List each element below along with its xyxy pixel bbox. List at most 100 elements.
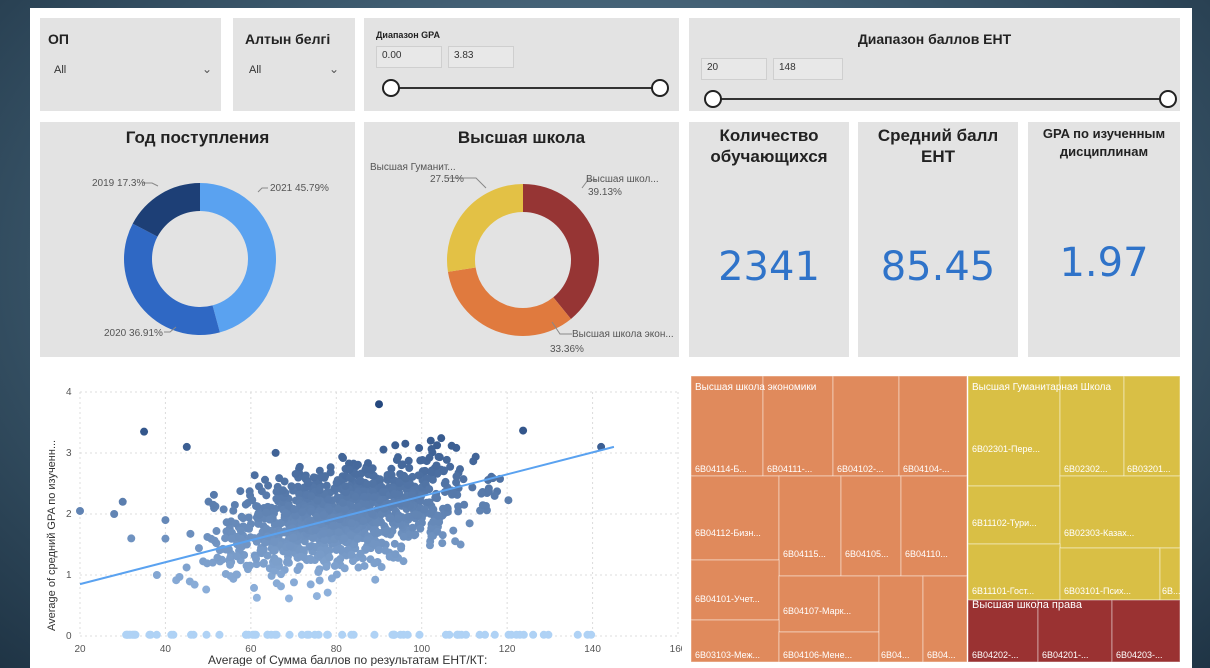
scatter-point[interactable] bbox=[284, 594, 293, 603]
scatter-point[interactable] bbox=[221, 569, 230, 578]
scatter-point[interactable] bbox=[213, 553, 222, 562]
scatter-point[interactable] bbox=[283, 556, 292, 565]
scatter-point[interactable] bbox=[356, 549, 365, 558]
scatter-point[interactable] bbox=[449, 526, 458, 535]
scatter-point[interactable] bbox=[227, 534, 236, 543]
scatter-point[interactable] bbox=[391, 441, 400, 450]
scatter-point[interactable] bbox=[298, 508, 307, 517]
scatter-point[interactable] bbox=[262, 508, 271, 517]
gpa-min-input[interactable]: 0.00 bbox=[376, 46, 442, 68]
op-slicer[interactable]: ОП All ⌄ bbox=[40, 18, 221, 111]
scatter-point[interactable] bbox=[432, 461, 441, 470]
scatter-point[interactable] bbox=[271, 448, 280, 457]
scatter-point[interactable] bbox=[443, 503, 452, 512]
scatter-point[interactable] bbox=[544, 630, 553, 639]
scatter-point[interactable] bbox=[370, 493, 379, 502]
scatter-point[interactable] bbox=[272, 487, 281, 496]
scatter-point[interactable] bbox=[374, 528, 383, 537]
scatter-point[interactable] bbox=[161, 516, 170, 525]
scatter-point[interactable] bbox=[182, 442, 191, 451]
ent-min-input[interactable]: 20 bbox=[701, 58, 767, 80]
scatter-point[interactable] bbox=[306, 580, 315, 589]
scatter-point[interactable] bbox=[375, 400, 383, 409]
ent-slider-track[interactable] bbox=[713, 98, 1168, 100]
gpa-max-handle[interactable] bbox=[651, 79, 669, 97]
treemap-leaf[interactable] bbox=[967, 485, 1061, 545]
slice-humanities[interactable] bbox=[447, 184, 523, 272]
scatter-point[interactable] bbox=[127, 534, 136, 543]
scatter-point[interactable] bbox=[401, 439, 410, 448]
scatter-point[interactable] bbox=[253, 502, 262, 511]
scatter-point[interactable] bbox=[395, 478, 404, 487]
scatter-point[interactable] bbox=[291, 469, 300, 478]
scatter-point[interactable] bbox=[349, 630, 358, 639]
scatter-point[interactable] bbox=[442, 455, 451, 464]
scatter-point[interactable] bbox=[332, 545, 341, 554]
scatter-point[interactable] bbox=[401, 474, 410, 483]
scatter-point[interactable] bbox=[226, 560, 235, 569]
scatter-point[interactable] bbox=[471, 452, 480, 461]
scatter-point[interactable] bbox=[408, 523, 417, 532]
scatter-point[interactable] bbox=[175, 572, 184, 581]
treemap-leaf[interactable] bbox=[691, 475, 780, 561]
scatter-point[interactable] bbox=[387, 470, 396, 479]
scatter-point[interactable] bbox=[252, 554, 261, 563]
scatter-point[interactable] bbox=[359, 516, 368, 525]
scatter-point[interactable] bbox=[434, 452, 443, 461]
scatter-point[interactable] bbox=[279, 486, 288, 495]
scatter-point[interactable] bbox=[210, 536, 219, 545]
scatter-point[interactable] bbox=[317, 473, 326, 482]
scatter-point[interactable] bbox=[194, 544, 203, 553]
scatter-point[interactable] bbox=[316, 550, 325, 559]
scatter-point[interactable] bbox=[281, 509, 290, 518]
scatter-point[interactable] bbox=[427, 532, 436, 541]
scatter-point[interactable] bbox=[202, 585, 211, 594]
scatter-point[interactable] bbox=[252, 593, 261, 602]
scatter-point[interactable] bbox=[236, 487, 245, 496]
scatter-point[interactable] bbox=[504, 630, 513, 639]
scatter-point[interactable] bbox=[251, 630, 260, 639]
scatter-point[interactable] bbox=[332, 478, 341, 487]
scatter-point[interactable] bbox=[347, 519, 356, 528]
scatter-point[interactable] bbox=[303, 630, 312, 639]
scatter-point[interactable] bbox=[368, 509, 377, 518]
scatter-point[interactable] bbox=[289, 578, 298, 587]
scatter-point[interactable] bbox=[264, 481, 273, 490]
scatter-point[interactable] bbox=[379, 445, 388, 454]
scatter-point[interactable] bbox=[437, 434, 446, 443]
scatter-point[interactable] bbox=[311, 525, 320, 534]
scatter-point[interactable] bbox=[286, 541, 295, 550]
scatter-point[interactable] bbox=[212, 527, 221, 536]
scatter-point[interactable] bbox=[478, 501, 487, 510]
gold-slicer[interactable]: Алтын белгі All ⌄ bbox=[233, 18, 355, 111]
scatter-point[interactable] bbox=[441, 477, 450, 486]
scatter-point[interactable] bbox=[416, 524, 425, 533]
treemap-leaf[interactable] bbox=[832, 376, 900, 477]
scatter-point[interactable] bbox=[315, 576, 324, 585]
scatter-point[interactable] bbox=[226, 553, 235, 562]
scatter-point[interactable] bbox=[209, 490, 218, 499]
scatter-point[interactable] bbox=[285, 630, 294, 639]
ent-max-input[interactable]: 148 bbox=[773, 58, 843, 80]
scatter-point[interactable] bbox=[490, 491, 499, 500]
gpa-min-handle[interactable] bbox=[382, 79, 400, 97]
scatter-point[interactable] bbox=[529, 630, 538, 639]
scatter-point[interactable] bbox=[363, 536, 372, 545]
scatter-point[interactable] bbox=[383, 526, 392, 535]
scatter-point[interactable] bbox=[338, 630, 347, 639]
scatter-point[interactable] bbox=[255, 482, 264, 491]
scatter-point[interactable] bbox=[152, 630, 161, 639]
treemap-leaf[interactable] bbox=[1123, 376, 1180, 477]
scatter-point[interactable] bbox=[315, 485, 324, 494]
slice-economics[interactable] bbox=[447, 267, 571, 336]
scatter-point[interactable] bbox=[309, 473, 318, 482]
scatter-point[interactable] bbox=[345, 465, 354, 474]
scatter-point[interactable] bbox=[459, 475, 468, 484]
scatter-point[interactable] bbox=[232, 570, 241, 579]
scatter-point[interactable] bbox=[490, 630, 499, 639]
scatter-point[interactable] bbox=[262, 524, 271, 533]
scatter-point[interactable] bbox=[360, 561, 369, 570]
scatter-point[interactable] bbox=[287, 482, 296, 491]
scatter-point[interactable] bbox=[399, 532, 408, 541]
scatter-point[interactable] bbox=[451, 537, 460, 546]
